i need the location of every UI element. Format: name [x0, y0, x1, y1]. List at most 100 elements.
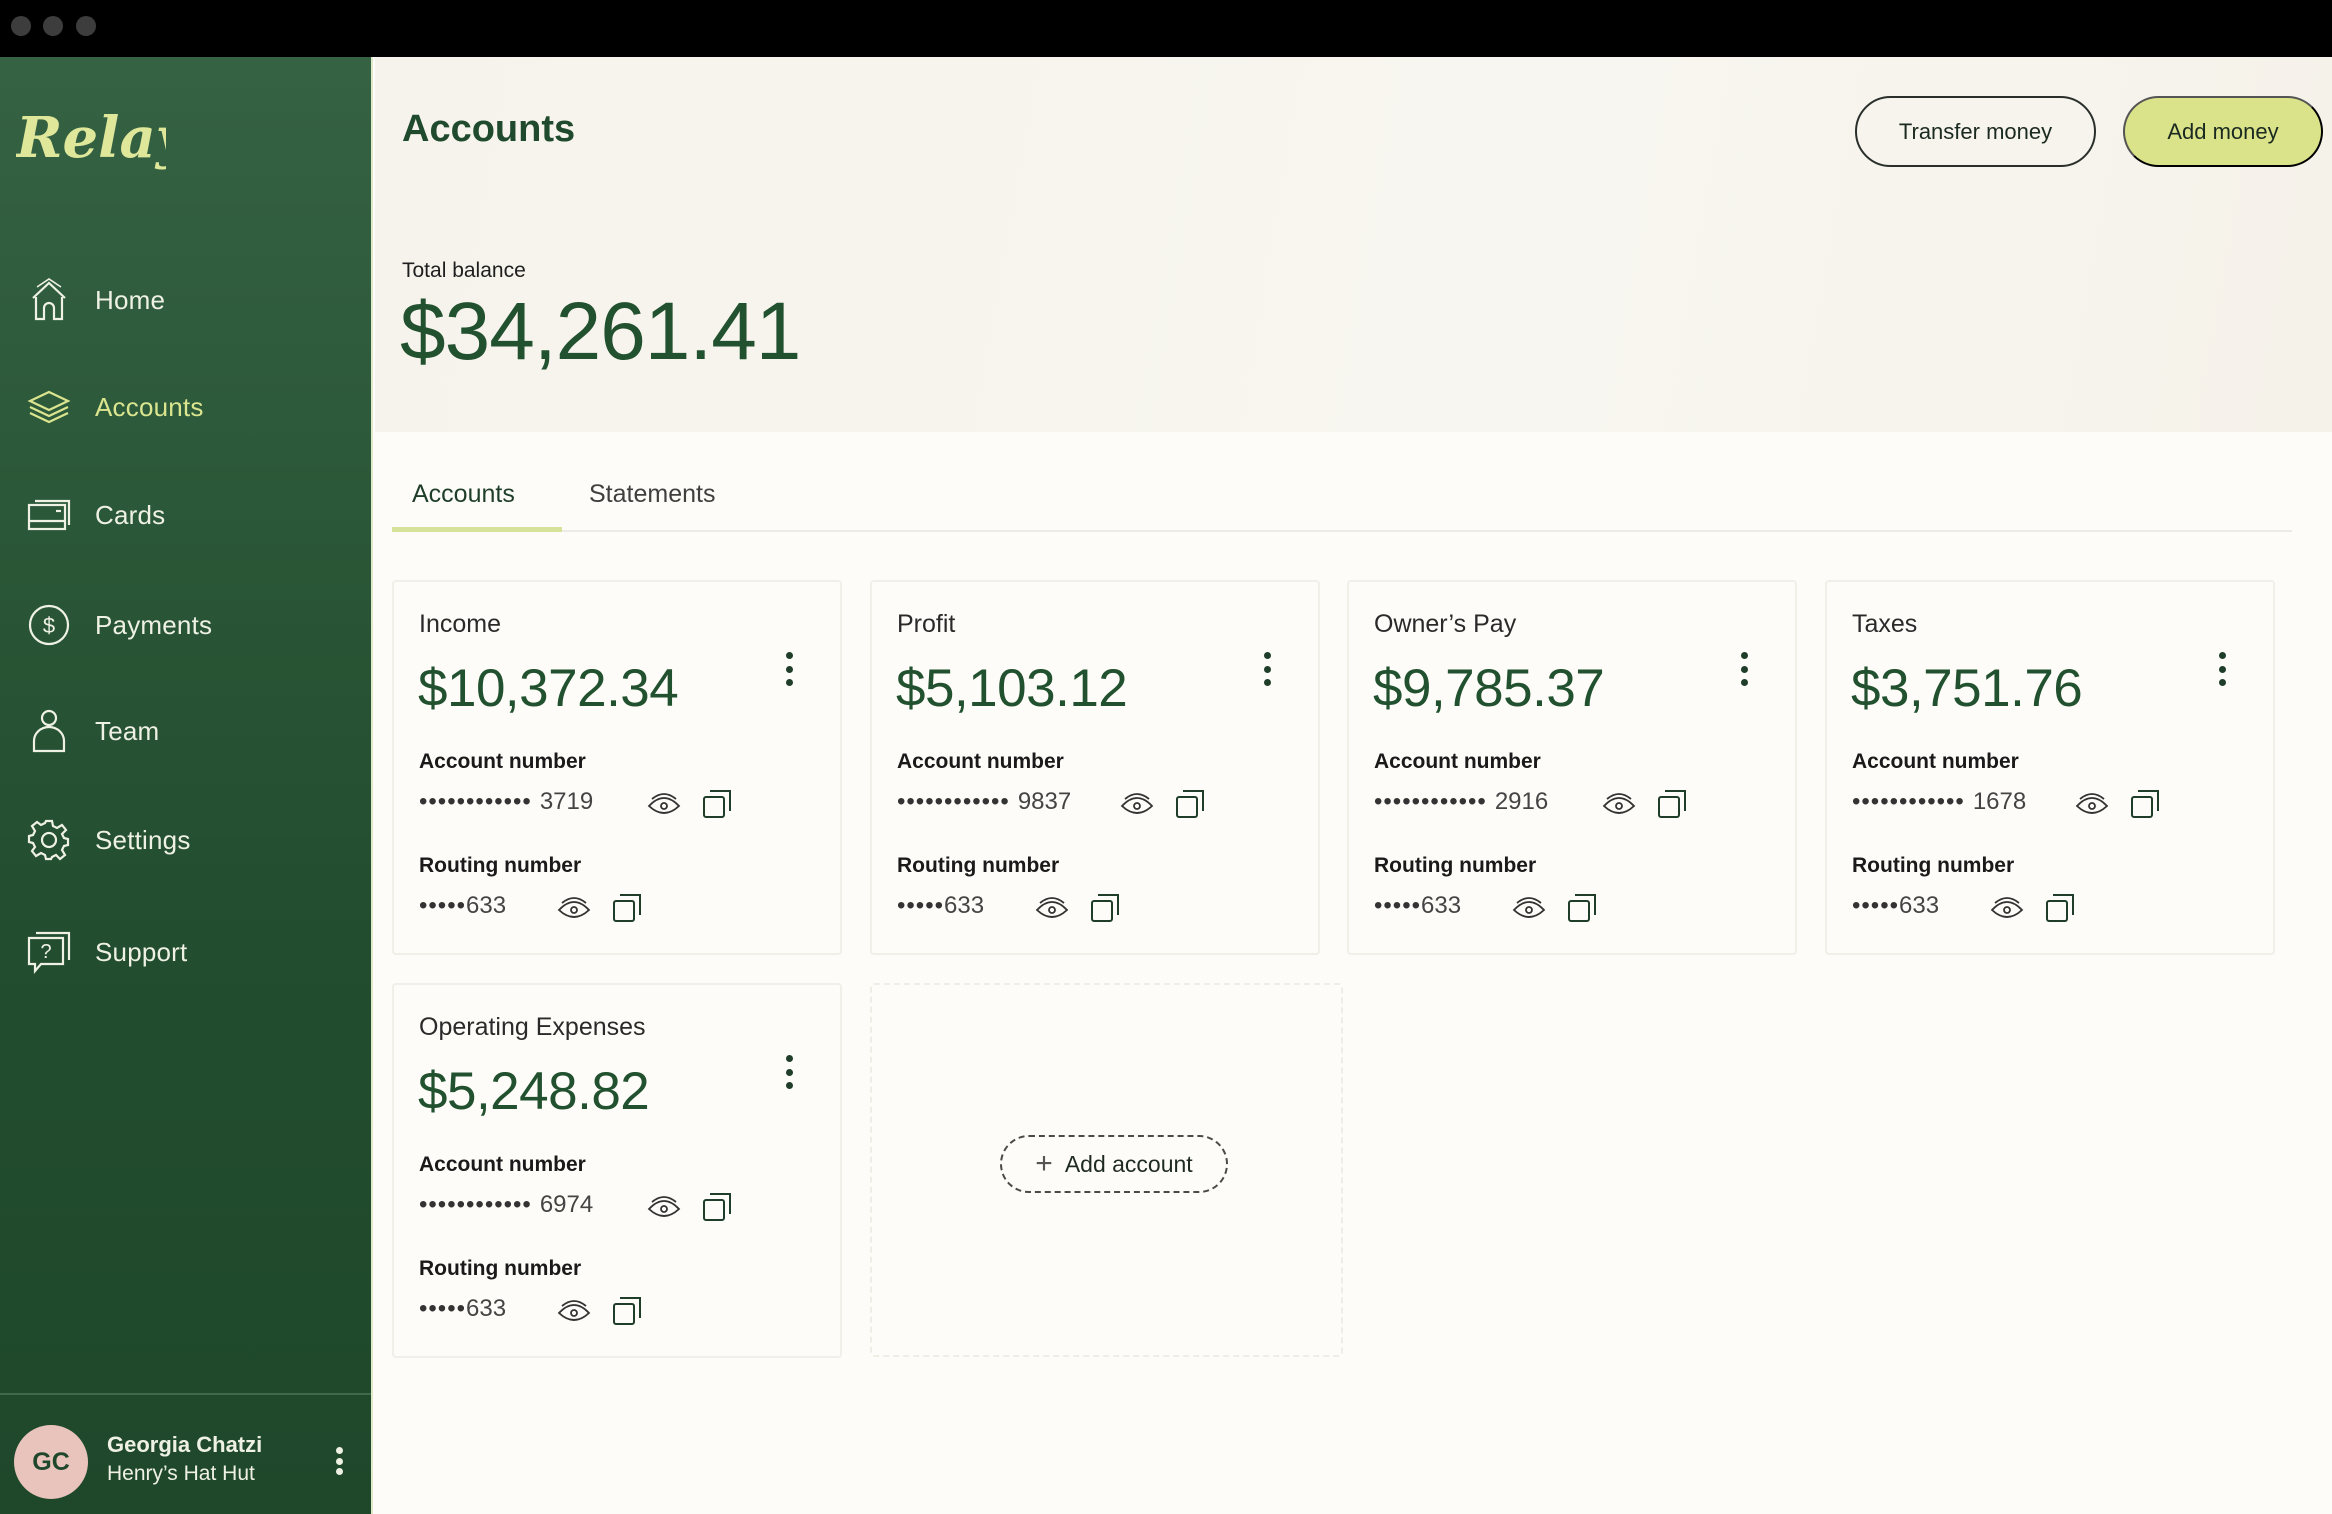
- sidebar-item-label: Settings: [95, 824, 191, 855]
- account-name: Profit: [897, 610, 956, 638]
- copy-routing-number-icon[interactable]: [607, 1291, 647, 1331]
- sidebar-item-team[interactable]: Team: [0, 696, 373, 766]
- routing-number-last3: 633: [1421, 892, 1462, 919]
- show-account-number-eye-icon[interactable]: [644, 784, 684, 824]
- transfer-money-button[interactable]: Transfer money: [1855, 96, 2096, 167]
- routing-number-last3: 633: [944, 892, 985, 919]
- sidebar-item-home[interactable]: Home: [0, 265, 373, 335]
- account-more-icon[interactable]: [1734, 652, 1754, 686]
- routing-number-mask: •••••: [419, 1295, 467, 1322]
- window-close-button[interactable]: [11, 16, 31, 36]
- account-number-last4: 2916: [1494, 788, 1549, 815]
- account-number-value: •••••••••••• 2916: [1374, 788, 1548, 816]
- sidebar-item-label: Team: [95, 715, 160, 746]
- routing-number-label: Routing number: [419, 1257, 582, 1280]
- sidebar-item-label: Home: [95, 284, 166, 315]
- account-more-icon[interactable]: [2212, 652, 2232, 686]
- account-number-value: •••••••••••• 9837: [897, 788, 1071, 816]
- window-minimize-button[interactable]: [43, 16, 63, 36]
- account-number-mask: ••••••••••••: [897, 788, 1010, 815]
- page-title: Accounts: [402, 108, 576, 150]
- account-balance: $10,372.34: [418, 659, 679, 718]
- copy-account-number-icon[interactable]: [2125, 784, 2165, 824]
- account-number-last4: 6974: [539, 1191, 594, 1218]
- plus-icon: +: [1035, 1147, 1053, 1180]
- dollar-circle-icon: $: [26, 602, 72, 648]
- account-number-value: •••••••••••• 6974: [419, 1191, 593, 1219]
- account-name: Owner’s Pay: [1374, 610, 1517, 638]
- profile-organization: Henry’s Hat Hut: [107, 1462, 255, 1485]
- account-number-mask: ••••••••••••: [419, 1191, 532, 1218]
- total-balance-amount: $34,261.41: [400, 286, 801, 377]
- tab-divider: [392, 530, 2292, 532]
- sidebar-item-payments[interactable]: $ Payments: [0, 590, 373, 660]
- show-account-number-eye-icon[interactable]: [1117, 784, 1157, 824]
- account-number-mask: ••••••••••••: [1852, 788, 1965, 815]
- account-number-value: •••••••••••• 3719: [419, 788, 593, 816]
- profile-name: Georgia Chatzi: [107, 1432, 263, 1457]
- add-money-button[interactable]: Add money: [2123, 96, 2323, 167]
- routing-number-last3: 633: [1899, 892, 1940, 919]
- routing-number-value: ••••• 633: [419, 892, 506, 920]
- account-more-icon[interactable]: [779, 1055, 799, 1089]
- account-number-mask: ••••••••••••: [1374, 788, 1487, 815]
- account-card[interactable]: Profit $5,103.12 Account number ••••••••…: [870, 580, 1320, 955]
- account-name: Taxes: [1852, 610, 1918, 638]
- copy-routing-number-icon[interactable]: [1562, 888, 1602, 928]
- show-routing-number-eye-icon[interactable]: [1032, 888, 1072, 928]
- copy-account-number-icon[interactable]: [697, 784, 737, 824]
- show-account-number-eye-icon[interactable]: [2072, 784, 2112, 824]
- tab-accounts[interactable]: Accounts: [412, 480, 515, 509]
- help-chat-icon: ?: [26, 929, 72, 975]
- add-account-button[interactable]: + Add account: [1000, 1135, 1228, 1193]
- sidebar-item-accounts[interactable]: Accounts: [0, 372, 373, 442]
- copy-routing-number-icon[interactable]: [607, 888, 647, 928]
- copy-account-number-icon[interactable]: [697, 1187, 737, 1227]
- routing-number-label: Routing number: [897, 854, 1060, 877]
- copy-account-number-icon[interactable]: [1652, 784, 1692, 824]
- sidebar-item-support[interactable]: ? Support: [0, 917, 373, 987]
- tab-statements[interactable]: Statements: [589, 480, 715, 509]
- show-routing-number-eye-icon[interactable]: [554, 888, 594, 928]
- show-account-number-eye-icon[interactable]: [644, 1187, 684, 1227]
- profile-more-icon[interactable]: [326, 1443, 352, 1479]
- show-routing-number-eye-icon[interactable]: [1987, 888, 2027, 928]
- account-number-label: Account number: [1852, 750, 2019, 773]
- account-card[interactable]: Owner’s Pay $9,785.37 Account number •••…: [1347, 580, 1797, 955]
- copy-account-number-icon[interactable]: [1170, 784, 1210, 824]
- account-number-last4: 3719: [539, 788, 594, 815]
- show-routing-number-eye-icon[interactable]: [554, 1291, 594, 1331]
- routing-number-mask: •••••: [897, 892, 945, 919]
- routing-number-mask: •••••: [1852, 892, 1900, 919]
- active-tab-indicator: [392, 527, 562, 532]
- sidebar-item-settings[interactable]: Settings: [0, 805, 373, 875]
- routing-number-value: ••••• 633: [419, 1295, 506, 1323]
- account-more-icon[interactable]: [1257, 652, 1277, 686]
- person-icon: [26, 708, 72, 754]
- routing-number-mask: •••••: [419, 892, 467, 919]
- account-number-label: Account number: [419, 1153, 586, 1176]
- sidebar-item-cards[interactable]: Cards: [0, 480, 373, 550]
- sidebar-item-label: Payments: [95, 609, 213, 640]
- routing-number-value: ••••• 633: [1852, 892, 1939, 920]
- relay-logo[interactable]: Relay: [14, 97, 192, 187]
- routing-number-label: Routing number: [1374, 854, 1537, 877]
- sidebar-item-label: Support: [95, 936, 188, 967]
- copy-routing-number-icon[interactable]: [1085, 888, 1125, 928]
- routing-number-label: Routing number: [1852, 854, 2015, 877]
- account-number-last4: 9837: [1017, 788, 1072, 815]
- window-maximize-button[interactable]: [76, 16, 96, 36]
- user-profile[interactable]: GC Georgia Chatzi Henry’s Hat Hut: [0, 1395, 371, 1514]
- account-number-label: Account number: [1374, 750, 1541, 773]
- account-card[interactable]: Taxes $3,751.76 Account number •••••••••…: [1825, 580, 2275, 955]
- copy-routing-number-icon[interactable]: [2040, 888, 2080, 928]
- tab-bar: Accounts Statements: [392, 470, 2292, 532]
- show-routing-number-eye-icon[interactable]: [1509, 888, 1549, 928]
- sidebar-item-label: Accounts: [95, 391, 204, 422]
- account-card[interactable]: Operating Expenses $5,248.82 Account num…: [392, 983, 842, 1358]
- account-more-icon[interactable]: [779, 652, 799, 686]
- layers-icon: [26, 384, 72, 430]
- account-card[interactable]: Income $10,372.34 Account number •••••••…: [392, 580, 842, 955]
- account-name: Operating Expenses: [419, 1013, 646, 1041]
- show-account-number-eye-icon[interactable]: [1599, 784, 1639, 824]
